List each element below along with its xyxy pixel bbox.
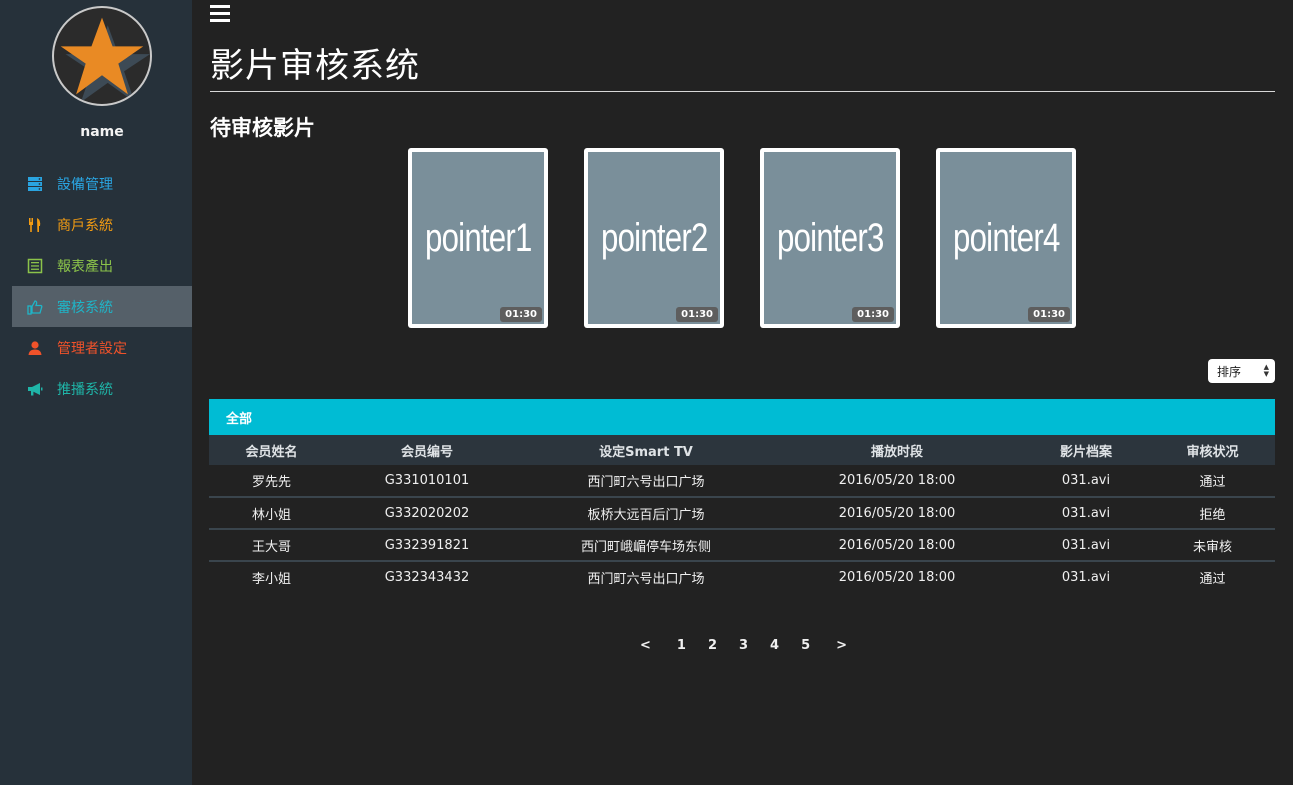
member-id-cell: G332343432	[384, 570, 470, 585]
smart-tv-cell: 西门町峨嵋停车场东侧	[580, 539, 711, 555]
schedule-cell: 2016/05/20 18:00	[838, 537, 956, 553]
fork-knife-icon	[26, 216, 44, 234]
schedule-cell: 2016/05/20 18:00	[838, 570, 956, 585]
video-label: pointer2	[600, 215, 708, 260]
sidebar-item-merchants[interactable]: 商戶系統	[12, 204, 192, 245]
video-file-cell: 031.avi	[1061, 505, 1111, 521]
video-file-cell: 031.avi	[1061, 473, 1111, 488]
member-id-cell: G332391821	[384, 537, 470, 553]
video-thumbnail: pointer3	[764, 152, 896, 324]
pending-video-list: pointer1 01:30 pointer2 01:30 pointer3 0…	[408, 148, 1076, 328]
column-header: 审核状况	[1186, 444, 1239, 460]
member-name-cell: 林小姐	[251, 507, 291, 523]
sidebar-item-label: 商戶系統	[57, 217, 113, 234]
video-card[interactable]: pointer2 01:30	[584, 148, 724, 328]
table-row[interactable]: 王大哥 G332391821 西门町峨嵋停车场东侧 2016/05/20 18:…	[209, 529, 1275, 561]
smart-tv-cell: 板桥大远百后门广场	[587, 507, 705, 523]
video-thumbnail: pointer2	[588, 152, 720, 324]
sidebar-item-label: 審核系統	[57, 299, 113, 316]
page-link-4[interactable]: 4	[770, 638, 779, 653]
column-header: 播放时段	[870, 444, 923, 460]
sidebar-nav: 設備管理 商戶系統 報表產出 審核系統 管理者設定 推播系統	[12, 163, 192, 409]
sidebar-item-label: 推播系統	[57, 381, 113, 398]
prev-page-button[interactable]: <	[640, 638, 651, 653]
server-icon	[26, 175, 44, 193]
schedule-cell: 2016/05/20 18:00	[838, 505, 956, 521]
list-icon	[26, 257, 44, 275]
member-id-cell: G332020202	[384, 505, 470, 521]
sidebar-item-push[interactable]: 推播系統	[12, 368, 192, 409]
duration-badge: 01:30	[1028, 307, 1070, 322]
column-header: 会员编号	[400, 444, 453, 460]
video-label: pointer3	[776, 215, 884, 260]
video-file-cell: 031.avi	[1061, 537, 1111, 553]
video-card[interactable]: pointer4 01:30	[936, 148, 1076, 328]
user-name: name	[80, 124, 124, 140]
table-row[interactable]: 林小姐 G332020202 板桥大远百后门广场 2016/05/20 18:0…	[209, 497, 1275, 529]
duration-badge: 01:30	[852, 307, 894, 322]
review-status-cell: 未审核	[1192, 539, 1232, 555]
sort-select[interactable]: 排序 ▲ ▼	[1208, 359, 1275, 383]
review-status-cell: 通过	[1199, 475, 1226, 490]
member-name-cell: 王大哥	[251, 539, 291, 555]
duration-badge: 01:30	[676, 307, 718, 322]
smart-tv-cell: 西门町六号出口广场	[587, 572, 705, 587]
member-name-cell: 罗先先	[251, 475, 291, 490]
page-link-3[interactable]: 3	[739, 638, 748, 653]
tab-all[interactable]: 全部	[209, 399, 1275, 435]
column-header: 设定Smart TV	[599, 444, 693, 460]
video-card[interactable]: pointer3 01:30	[760, 148, 900, 328]
updown-arrow-icon: ▲ ▼	[1263, 363, 1269, 378]
page-title: 影片审核系统	[210, 46, 420, 86]
sort-select-value: 排序	[1217, 364, 1242, 379]
pagination: < 1 2 3 4 5 >	[640, 638, 847, 653]
menu-toggle-button[interactable]	[210, 5, 230, 25]
column-header: 会员姓名	[245, 444, 298, 460]
megaphone-icon	[26, 380, 44, 398]
user-icon	[26, 339, 44, 357]
review-table: 会员姓名 会员编号 设定Smart TV 播放时段 影片档案 审核状况 罗先先 …	[209, 435, 1275, 593]
section-title: 待审核影片	[210, 116, 315, 140]
smart-tv-cell: 西门町六号出口广场	[587, 475, 705, 490]
video-label: pointer1	[424, 215, 532, 260]
hamburger-icon-bar	[210, 19, 230, 22]
hamburger-icon	[210, 5, 230, 8]
video-card[interactable]: pointer1 01:30	[408, 148, 548, 328]
thumbs-up-icon	[26, 298, 44, 316]
star-icon	[60, 17, 150, 103]
avatar[interactable]	[52, 6, 152, 106]
page-link-1[interactable]: 1	[677, 638, 686, 653]
video-label: pointer4	[952, 215, 1060, 260]
video-file-cell: 031.avi	[1061, 570, 1111, 585]
sidebar-item-reports[interactable]: 報表產出	[12, 245, 192, 286]
review-status-cell: 通过	[1199, 572, 1226, 587]
hamburger-icon-bar	[210, 12, 230, 15]
page-link-5[interactable]: 5	[801, 638, 810, 653]
next-page-button[interactable]: >	[836, 638, 847, 653]
sidebar-item-label: 管理者設定	[57, 340, 127, 357]
sidebar-item-label: 報表產出	[57, 258, 113, 275]
member-id-cell: G331010101	[384, 473, 470, 488]
sidebar-item-label: 設備管理	[57, 176, 113, 193]
sidebar: name 設備管理 商戶系統 報表產出 審核系統 管理者設定 推播系統	[0, 0, 192, 785]
column-header: 影片档案	[1059, 444, 1112, 460]
tab-label: 全部	[226, 411, 253, 427]
divider	[210, 91, 1275, 92]
video-thumbnail: pointer1	[412, 152, 544, 324]
sidebar-item-review[interactable]: 審核系統	[12, 286, 192, 327]
review-status-cell: 拒绝	[1199, 507, 1226, 523]
schedule-cell: 2016/05/20 18:00	[838, 473, 956, 488]
member-name-cell: 李小姐	[251, 572, 291, 587]
table-header-row: 会员姓名 会员编号 设定Smart TV 播放时段 影片档案 审核状况	[209, 435, 1275, 465]
video-thumbnail: pointer4	[940, 152, 1072, 324]
duration-badge: 01:30	[500, 307, 542, 322]
table-row[interactable]: 罗先先 G331010101 西门町六号出口广场 2016/05/20 18:0…	[209, 465, 1275, 497]
sidebar-item-devices[interactable]: 設備管理	[12, 163, 192, 204]
table-row[interactable]: 李小姐 G332343432 西门町六号出口广场 2016/05/20 18:0…	[209, 561, 1275, 593]
page-link-2[interactable]: 2	[708, 638, 717, 653]
sidebar-item-admin[interactable]: 管理者設定	[12, 327, 192, 368]
